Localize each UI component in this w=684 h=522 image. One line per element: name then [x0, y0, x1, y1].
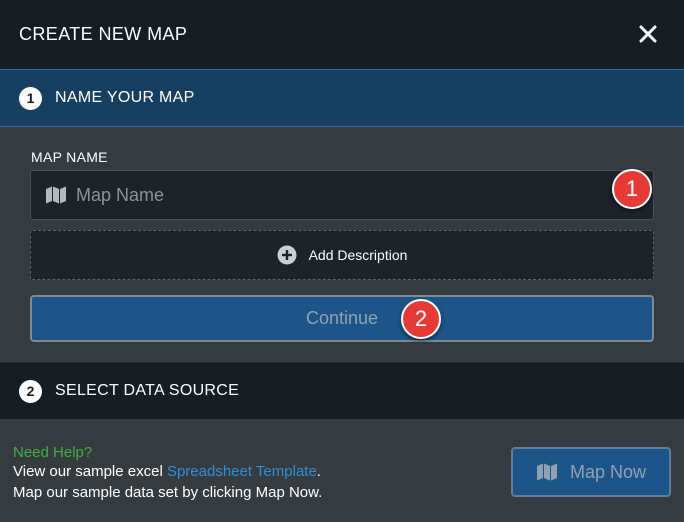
- step-name-your-map[interactable]: 1 NAME YOUR MAP: [0, 69, 684, 127]
- spreadsheet-template-link[interactable]: Spreadsheet Template: [167, 463, 317, 480]
- step-select-data-source[interactable]: 2 SELECT DATA SOURCE: [0, 362, 684, 419]
- close-icon[interactable]: [638, 24, 658, 44]
- map-icon: [536, 463, 557, 481]
- modal-footer: Need Help? View our sample excel Spreads…: [0, 419, 684, 522]
- step-number-badge: 2: [19, 379, 42, 403]
- add-description-button[interactable]: Add Description: [30, 230, 654, 280]
- plus-circle-icon: [277, 245, 297, 265]
- modal-header: CREATE NEW MAP: [0, 0, 684, 69]
- modal-title: CREATE NEW MAP: [19, 24, 188, 44]
- step-number-badge: 1: [19, 86, 42, 110]
- step-label: SELECT DATA SOURCE: [55, 382, 240, 399]
- help-text: View our sample excel: [13, 463, 167, 480]
- map-now-button[interactable]: Map Now: [511, 447, 671, 497]
- step-label: NAME YOUR MAP: [55, 89, 195, 106]
- annotation-badge-2: 2: [401, 299, 441, 339]
- map-name-field[interactable]: [30, 170, 654, 220]
- help-line-map-now: Map our sample data set by clicking Map …: [13, 484, 323, 501]
- map-now-label: Map Now: [569, 461, 647, 482]
- help-text-period: .: [316, 463, 321, 480]
- map-name-label: MAP NAME: [31, 149, 108, 165]
- help-title: Need Help?: [13, 444, 93, 461]
- annotation-badge-1: 1: [612, 169, 652, 209]
- add-description-label: Add Description: [308, 247, 408, 263]
- map-name-input[interactable]: [76, 180, 556, 210]
- map-icon: [46, 186, 66, 204]
- create-map-modal: CREATE NEW MAP 1 NAME YOUR MAP MAP NAME …: [0, 0, 684, 522]
- continue-button[interactable]: Continue: [30, 295, 654, 342]
- help-line-template: View our sample excel Spreadsheet Templa…: [13, 463, 321, 480]
